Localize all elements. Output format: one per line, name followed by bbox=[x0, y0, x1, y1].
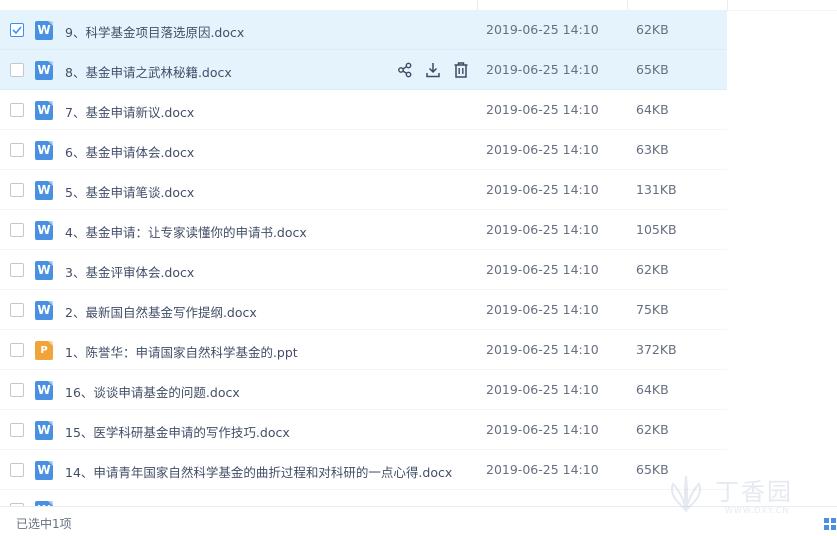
watermark: 丁香园 WWW.DXY.CN bbox=[655, 470, 835, 520]
file-date: 2019-06-25 14:10 bbox=[486, 262, 599, 277]
word-file-icon: W bbox=[35, 261, 53, 280]
share-icon[interactable] bbox=[396, 61, 414, 79]
file-row[interactable]: W 5、基金申请笔谈.docx 2019-06-25 14:10 131KB bbox=[0, 170, 727, 210]
file-size: 372KB bbox=[636, 342, 677, 357]
file-date: 2019-06-25 14:10 bbox=[486, 102, 599, 117]
file-date: 2019-06-25 14:10 bbox=[486, 222, 599, 237]
file-size: 65KB bbox=[636, 62, 669, 77]
file-size: 131KB bbox=[636, 182, 677, 197]
file-date: 2019-06-25 14:10 bbox=[486, 62, 599, 77]
file-name[interactable]: 6、基金申请体会.docx bbox=[65, 142, 194, 161]
word-file-icon: W bbox=[35, 21, 53, 40]
word-file-icon: W bbox=[35, 141, 53, 160]
file-date: 2019-06-25 14:10 bbox=[486, 142, 599, 157]
file-name[interactable]: 7、基金申请新议.docx bbox=[65, 102, 194, 121]
download-icon[interactable] bbox=[424, 61, 442, 79]
file-row[interactable]: W 4、基金申请：让专家读懂你的申请书.docx 2019-06-25 14:10 1… bbox=[0, 210, 727, 250]
ppt-file-icon: P bbox=[35, 341, 53, 360]
file-size: 63KB bbox=[636, 142, 669, 157]
file-name[interactable]: 14、申请青年国家自然科学基金的曲折过程和对科研的一点心得.docx bbox=[65, 462, 452, 481]
file-row[interactable]: W 3、基金评审体会.docx 2019-06-25 14:10 62KB bbox=[0, 250, 727, 290]
file-row[interactable]: W bbox=[0, 490, 727, 506]
word-file-icon: W bbox=[35, 461, 53, 480]
watermark-url: WWW.DXY.CN bbox=[725, 506, 790, 515]
row-checkbox[interactable] bbox=[10, 23, 24, 37]
file-date: 2019-06-25 14:10 bbox=[486, 462, 599, 477]
word-file-icon: W bbox=[35, 221, 53, 240]
checkmark-icon bbox=[12, 26, 22, 35]
file-row[interactable]: W 8、基金申请之武林秘籍.docx 2019-06-25 14:10 65KB bbox=[0, 50, 727, 90]
file-date: 2019-06-25 14:10 bbox=[486, 382, 599, 397]
file-name[interactable]: 4、基金申请：让专家读懂你的申请书.docx bbox=[65, 222, 307, 241]
file-name[interactable]: 16、谈谈申请基金的问题.docx bbox=[65, 382, 240, 401]
file-row[interactable]: W 9、科学基金项目落选原因.docx 2019-06-25 14:10 62KB bbox=[0, 10, 727, 50]
file-row[interactable]: W 14、申请青年国家自然科学基金的曲折过程和对科研的一点心得.docx 2019-… bbox=[0, 450, 727, 490]
trash-icon[interactable] bbox=[452, 61, 470, 79]
word-file-icon: W bbox=[35, 301, 53, 320]
row-checkbox[interactable] bbox=[10, 103, 24, 117]
row-checkbox[interactable] bbox=[10, 463, 24, 477]
file-list: W 9、科学基金项目落选原因.docx 2019-06-25 14:10 62KB W 8… bbox=[0, 0, 837, 506]
row-checkbox[interactable] bbox=[10, 343, 24, 357]
word-file-icon: W bbox=[35, 421, 53, 440]
file-size: 75KB bbox=[636, 302, 669, 317]
row-checkbox[interactable] bbox=[10, 183, 24, 197]
file-size: 64KB bbox=[636, 382, 669, 397]
watermark-text: 丁香园 bbox=[715, 478, 793, 506]
file-name[interactable]: 2、最新国自然基金写作提纲.docx bbox=[65, 302, 257, 321]
file-row[interactable]: W 16、谈谈申请基金的问题.docx 2019-06-25 14:10 64KB bbox=[0, 370, 727, 410]
file-date: 2019-06-25 14:10 bbox=[486, 302, 599, 317]
file-date: 2019-06-25 14:10 bbox=[486, 182, 599, 197]
word-file-icon: W bbox=[35, 101, 53, 120]
row-checkbox[interactable] bbox=[10, 423, 24, 437]
row-checkbox[interactable] bbox=[10, 383, 24, 397]
file-row[interactable]: W 6、基金申请体会.docx 2019-06-25 14:10 63KB bbox=[0, 130, 727, 170]
word-file-icon: W bbox=[35, 181, 53, 200]
file-date: 2019-06-25 14:10 bbox=[486, 342, 599, 357]
file-date: 2019-06-25 14:10 bbox=[486, 422, 599, 437]
row-checkbox[interactable] bbox=[10, 143, 24, 157]
file-name[interactable]: 5、基金申请笔谈.docx bbox=[65, 182, 194, 201]
column-divider bbox=[727, 0, 728, 10]
file-size: 105KB bbox=[636, 222, 677, 237]
file-row[interactable]: W 15、医学科研基金申请的写作技巧.docx 2019-06-25 14:10 62… bbox=[0, 410, 727, 450]
selection-count: 已选中1项 bbox=[16, 517, 72, 531]
dxy-logo-icon bbox=[671, 475, 701, 513]
file-name[interactable]: 15、医学科研基金申请的写作技巧.docx bbox=[65, 422, 290, 441]
file-row[interactable]: W 2、最新国自然基金写作提纲.docx 2019-06-25 14:10 75KB bbox=[0, 290, 727, 330]
file-name[interactable]: 9、科学基金项目落选原因.docx bbox=[65, 22, 244, 41]
file-row[interactable]: W 7、基金申请新议.docx 2019-06-25 14:10 64KB bbox=[0, 90, 727, 130]
file-size: 62KB bbox=[636, 22, 669, 37]
row-checkbox[interactable] bbox=[10, 263, 24, 277]
row-checkbox[interactable] bbox=[10, 223, 24, 237]
file-row[interactable]: P 1、陈誉华：申请国家自然科学基金的.ppt 2019-06-25 14:10 37… bbox=[0, 330, 727, 370]
word-file-icon: W bbox=[35, 61, 53, 80]
file-name[interactable]: 1、陈誉华：申请国家自然科学基金的.ppt bbox=[65, 342, 298, 361]
file-size: 62KB bbox=[636, 262, 669, 277]
file-name[interactable]: 8、基金申请之武林秘籍.docx bbox=[65, 62, 232, 81]
column-divider bbox=[627, 0, 628, 10]
column-divider bbox=[477, 0, 478, 10]
row-checkbox[interactable] bbox=[10, 63, 24, 77]
word-file-icon: W bbox=[35, 381, 53, 400]
file-name[interactable]: 3、基金评审体会.docx bbox=[65, 262, 194, 281]
file-size: 64KB bbox=[636, 102, 669, 117]
row-checkbox[interactable] bbox=[10, 303, 24, 317]
file-date: 2019-06-25 14:10 bbox=[486, 22, 599, 37]
file-size: 62KB bbox=[636, 422, 669, 437]
